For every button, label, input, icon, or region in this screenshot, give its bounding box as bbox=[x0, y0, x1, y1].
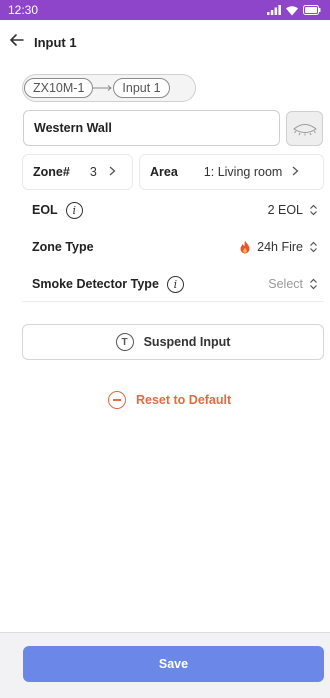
fire-icon bbox=[240, 240, 250, 254]
zone-type-label: Zone Type bbox=[32, 240, 94, 254]
zone-type-row[interactable]: Zone Type 24h Fire bbox=[22, 229, 324, 265]
up-down-chevron-icon bbox=[310, 204, 317, 216]
eye-closed-icon bbox=[292, 123, 317, 135]
up-down-chevron-icon bbox=[310, 241, 317, 253]
smoke-detector-row[interactable]: Smoke Detector Type i Select bbox=[22, 266, 324, 302]
back-arrow-icon[interactable] bbox=[10, 33, 32, 51]
info-icon[interactable]: i bbox=[65, 201, 83, 219]
minus-circle-icon bbox=[108, 391, 126, 409]
reset-label: Reset to Default bbox=[136, 393, 232, 407]
up-down-chevron-icon bbox=[310, 278, 317, 290]
eol-value: 2 EOL bbox=[267, 203, 303, 217]
chevron-right-icon bbox=[292, 165, 299, 179]
visibility-toggle-button[interactable] bbox=[286, 111, 323, 146]
zone-label: Zone# bbox=[33, 165, 70, 179]
area-value: 1: Living room bbox=[203, 165, 283, 179]
breadcrumb-arrow-icon bbox=[93, 78, 113, 98]
divider bbox=[22, 301, 324, 302]
name-field-value: Western Wall bbox=[34, 121, 112, 135]
zone-type-value: 24h Fire bbox=[257, 240, 303, 254]
name-field[interactable]: Western Wall bbox=[23, 110, 280, 146]
zone-selector[interactable]: Zone# 3 bbox=[22, 154, 133, 190]
signal-icon bbox=[267, 5, 281, 15]
info-icon[interactable]: i bbox=[166, 275, 184, 293]
eol-label: EOL bbox=[32, 203, 58, 217]
zone-value: 3 bbox=[89, 165, 97, 179]
smoke-detector-label: Smoke Detector Type bbox=[32, 277, 159, 291]
save-button[interactable]: Save bbox=[23, 646, 324, 682]
breadcrumb: ZX10M-1 Input 1 bbox=[24, 77, 170, 99]
timer-icon: T bbox=[115, 333, 134, 351]
reset-to-default-button[interactable]: Reset to Default bbox=[108, 389, 231, 411]
breadcrumb-device[interactable]: ZX10M-1 bbox=[24, 78, 94, 98]
zone-area-row: Zone# 3 Area 1: Living room bbox=[22, 154, 324, 190]
footer-divider bbox=[0, 632, 330, 633]
status-bar: 12:30 bbox=[0, 0, 330, 20]
smoke-detector-value: Select bbox=[268, 277, 303, 291]
area-label: Area bbox=[150, 165, 178, 179]
breadcrumb-input[interactable]: Input 1 bbox=[113, 78, 170, 98]
wifi-icon bbox=[286, 5, 298, 15]
battery-icon bbox=[303, 5, 321, 15]
chevron-right-icon bbox=[109, 165, 116, 179]
suspend-input-button[interactable]: T Suspend Input bbox=[22, 324, 324, 360]
app-header: Input 1 bbox=[0, 20, 330, 64]
eol-row[interactable]: EOL i 2 EOL bbox=[22, 192, 324, 228]
status-time: 12:30 bbox=[8, 3, 39, 17]
area-selector[interactable]: Area 1: Living room bbox=[139, 154, 324, 190]
suspend-input-label: Suspend Input bbox=[143, 335, 231, 349]
page-title: Input 1 bbox=[34, 34, 77, 50]
